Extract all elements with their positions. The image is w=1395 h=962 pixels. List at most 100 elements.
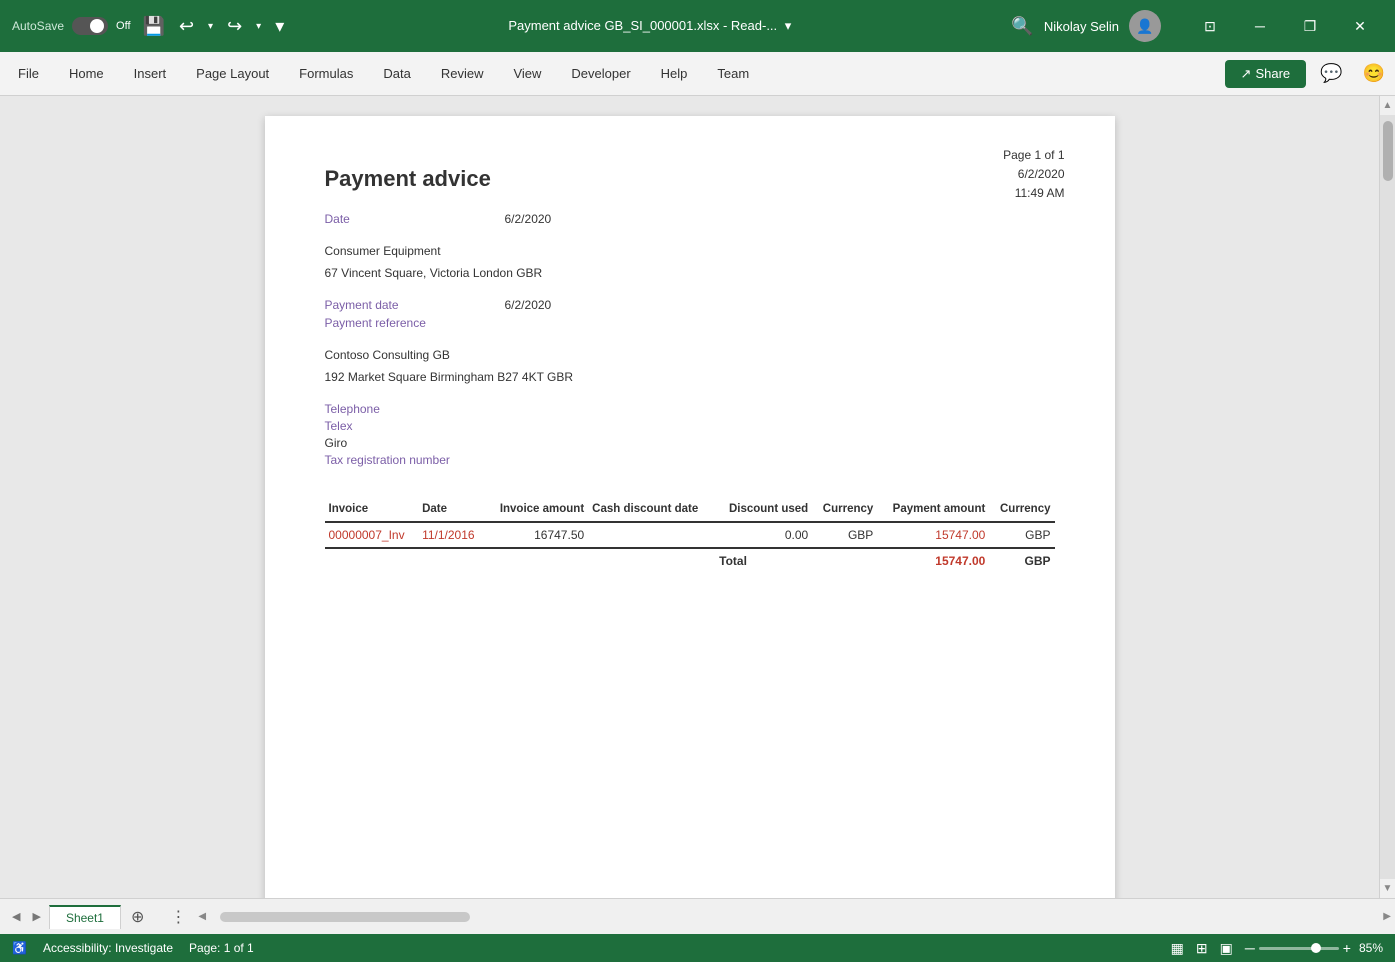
company-from-section: Consumer Equipment 67 Vincent Square, Vi… <box>325 244 1055 280</box>
zoom-thumb <box>1311 943 1321 953</box>
share-icon: ↗ <box>1241 66 1252 82</box>
col-date: Date <box>418 497 485 522</box>
table-header-row: Invoice Date Invoice amount Cash discoun… <box>325 497 1055 522</box>
autosave-toggle[interactable] <box>72 17 108 35</box>
table-row: 00000007_Inv 11/1/2016 16747.50 0.00 GBP… <box>325 522 1055 548</box>
tab-review[interactable]: Review <box>427 56 498 91</box>
doc-area: Page 1 of 1 6/2/2020 11:49 AM Payment ad… <box>0 96 1379 898</box>
scroll-down-button[interactable]: ▼ <box>1380 879 1395 898</box>
total-empty2 <box>418 548 485 573</box>
col-payment-amount: Payment amount <box>877 497 989 522</box>
page-of-label: Page 1 of 1 <box>1003 146 1064 165</box>
add-sheet-button[interactable]: ⊕ <box>125 905 150 929</box>
search-icon[interactable]: 🔍 <box>1011 16 1033 37</box>
scroll-up-button[interactable]: ▲ <box>1380 96 1395 115</box>
payment-date-label: Payment date <box>325 298 505 312</box>
zoom-slider[interactable] <box>1259 947 1339 950</box>
payment-ref-label: Payment reference <box>325 316 505 330</box>
tab-data[interactable]: Data <box>369 56 424 91</box>
title-right: 🔍 Nikolay Selin 👤 ⊡ ─ ❐ ✕ <box>1011 10 1383 42</box>
payment-info-section: Payment date 6/2/2020 Payment reference <box>325 298 1055 330</box>
sheet-options-button[interactable]: ⋮ <box>162 905 194 929</box>
sheet-nav-left[interactable]: ◀ <box>8 908 24 925</box>
h-scrollbar-thumb[interactable] <box>220 912 470 922</box>
restore-button[interactable]: ❐ <box>1287 10 1333 42</box>
tab-developer[interactable]: Developer <box>557 56 644 91</box>
toggle-knob <box>90 19 104 33</box>
total-empty5 <box>812 548 877 573</box>
sheet-nav-right[interactable]: ▶ <box>28 908 44 925</box>
emoji-icon[interactable]: 😊 <box>1357 59 1391 88</box>
redo-icon[interactable]: ↪ <box>223 12 246 41</box>
tab-home[interactable]: Home <box>55 56 118 91</box>
contact-section: Telephone Telex Giro Tax registration nu… <box>325 402 1055 467</box>
h-scrollbar-track[interactable] <box>210 899 1379 934</box>
tab-team[interactable]: Team <box>703 56 763 91</box>
scrollbar-track[interactable] <box>1380 115 1395 879</box>
tab-formulas[interactable]: Formulas <box>285 56 367 91</box>
tab-insert[interactable]: Insert <box>120 56 181 91</box>
cell-invoice-amount: 16747.50 <box>485 522 588 548</box>
page-date: 6/2/2020 <box>1003 165 1064 184</box>
total-empty1 <box>325 548 419 573</box>
total-empty4 <box>588 548 715 573</box>
cell-date: 11/1/2016 <box>418 522 485 548</box>
telephone-label: Telephone <box>325 402 380 416</box>
zoom-out-button[interactable]: ─ <box>1245 940 1255 956</box>
view-normal-button[interactable]: ▦ <box>1167 938 1188 959</box>
save-icon[interactable]: 💾 <box>139 12 169 41</box>
dropdown-arrow[interactable]: ▾ <box>785 18 792 33</box>
total-label: Total <box>715 548 812 573</box>
telex-label: Telex <box>325 419 353 433</box>
ribbon: File Home Insert Page Layout Formulas Da… <box>0 52 1395 96</box>
h-scroll-right[interactable]: ▶ <box>1379 909 1395 924</box>
scrollbar-thumb[interactable] <box>1383 121 1393 181</box>
company-to: Contoso Consulting GB <box>325 348 1055 362</box>
date-row: Date 6/2/2020 <box>325 212 1055 226</box>
user-name: Nikolay Selin <box>1044 19 1119 34</box>
cell-currency1: GBP <box>812 522 877 548</box>
status-left: ♿ Accessibility: Investigate Page: 1 of … <box>12 941 1151 955</box>
h-scroll-area: ◀ ▶ <box>194 899 1395 934</box>
bottom-bar: ◀ ▶ Sheet1 ⊕ ⋮ ◀ ▶ <box>0 898 1395 934</box>
view-page-layout-button[interactable]: ▣ <box>1216 938 1237 959</box>
h-scroll-left[interactable]: ◀ <box>194 909 210 924</box>
fullscreen-button[interactable]: ⊡ <box>1187 10 1233 42</box>
tab-file[interactable]: File <box>4 56 53 91</box>
zoom-in-button[interactable]: + <box>1343 940 1351 956</box>
col-invoice-amount: Invoice amount <box>485 497 588 522</box>
total-currency: GBP <box>989 548 1054 573</box>
col-invoice: Invoice <box>325 497 419 522</box>
minimize-button[interactable]: ─ <box>1237 10 1283 42</box>
redo-dropdown-icon[interactable]: ▾ <box>252 17 265 36</box>
tax-reg-label: Tax registration number <box>325 453 450 467</box>
view-page-break-button[interactable]: ⊞ <box>1192 938 1212 959</box>
cell-discount-used: 0.00 <box>715 522 812 548</box>
page: Page 1 of 1 6/2/2020 11:49 AM Payment ad… <box>265 116 1115 898</box>
undo-dropdown-icon[interactable]: ▾ <box>204 17 217 36</box>
tab-view[interactable]: View <box>499 56 555 91</box>
address-to: 192 Market Square Birmingham B27 4KT GBR <box>325 370 1055 384</box>
close-button[interactable]: ✕ <box>1337 10 1383 42</box>
cell-currency2: GBP <box>989 522 1054 548</box>
share-button[interactable]: ↗ Share <box>1225 60 1307 88</box>
comment-icon[interactable]: 💬 <box>1314 59 1348 88</box>
zoom-level[interactable]: 85% <box>1359 941 1383 955</box>
giro-label: Giro <box>325 436 348 450</box>
toolbar-icons: 💾 ↩ ▾ ↪ ▾ ▾ <box>139 12 289 41</box>
payment-date-row: Payment date 6/2/2020 <box>325 298 1055 312</box>
col-discount-used: Discount used <box>715 497 812 522</box>
company-to-section: Contoso Consulting GB 192 Market Square … <box>325 348 1055 384</box>
main-area: Page 1 of 1 6/2/2020 11:49 AM Payment ad… <box>0 96 1395 898</box>
tab-page-layout[interactable]: Page Layout <box>182 56 283 91</box>
undo-icon[interactable]: ↩ <box>175 12 198 41</box>
vertical-scrollbar[interactable]: ▲ ▼ <box>1379 96 1395 898</box>
col-cash-discount-date: Cash discount date <box>588 497 715 522</box>
sheet-tab-sheet1[interactable]: Sheet1 <box>49 905 121 929</box>
avatar[interactable]: 👤 <box>1129 10 1161 42</box>
company-from: Consumer Equipment <box>325 244 1055 258</box>
quick-access-icon[interactable]: ▾ <box>271 12 288 41</box>
payment-ref-row: Payment reference <box>325 316 1055 330</box>
accessibility-label[interactable]: Accessibility: Investigate <box>43 941 173 955</box>
tab-help[interactable]: Help <box>647 56 702 91</box>
